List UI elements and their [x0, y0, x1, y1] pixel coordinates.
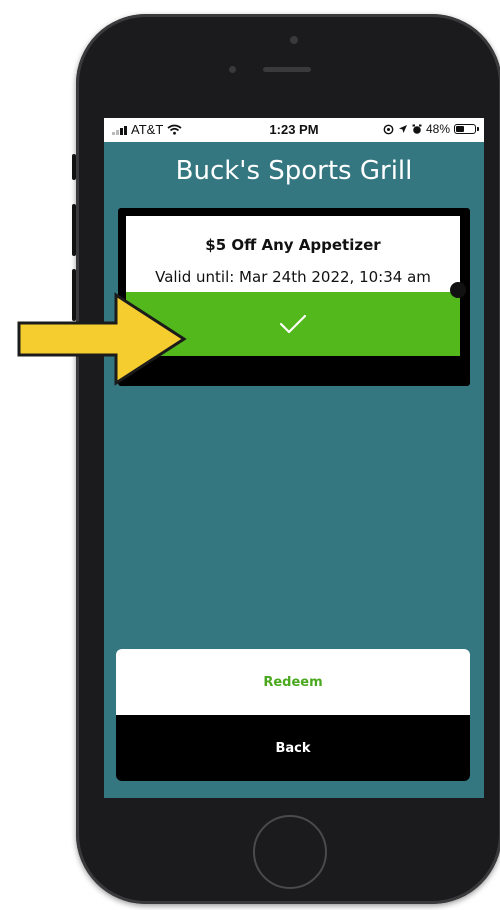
coupon-details: $5 Off Any Appetizer Valid until: Mar 24… — [126, 216, 460, 292]
front-camera — [229, 66, 236, 73]
location-icon — [398, 125, 407, 133]
home-button[interactable] — [253, 815, 327, 889]
back-button[interactable]: Back — [116, 715, 470, 781]
redeem-button[interactable]: Redeem — [116, 649, 470, 715]
arrow-annotation-icon — [17, 292, 187, 386]
camera-dot — [290, 36, 298, 44]
battery-percent: 48% — [425, 122, 450, 136]
coupon-title: $5 Off Any Appetizer — [205, 236, 381, 254]
page-title: Buck's Sports Grill — [175, 156, 413, 186]
app-screen: AT&T 1:23 PM 48% Buck's Sports Grill $5 … — [104, 118, 484, 798]
volume-up-button — [72, 204, 76, 256]
status-bar: AT&T 1:23 PM 48% — [104, 118, 484, 142]
battery-icon — [454, 124, 479, 134]
screen-lock-icon — [383, 124, 394, 134]
status-right: 48% — [383, 122, 479, 136]
status-dot — [450, 282, 466, 298]
checkmark-icon — [279, 314, 307, 334]
mute-switch — [72, 154, 76, 180]
coupon-valid-until: Valid until: Mar 24th 2022, 10:34 am — [155, 268, 431, 286]
earpiece-speaker — [263, 67, 311, 72]
alarm-icon — [412, 124, 422, 134]
